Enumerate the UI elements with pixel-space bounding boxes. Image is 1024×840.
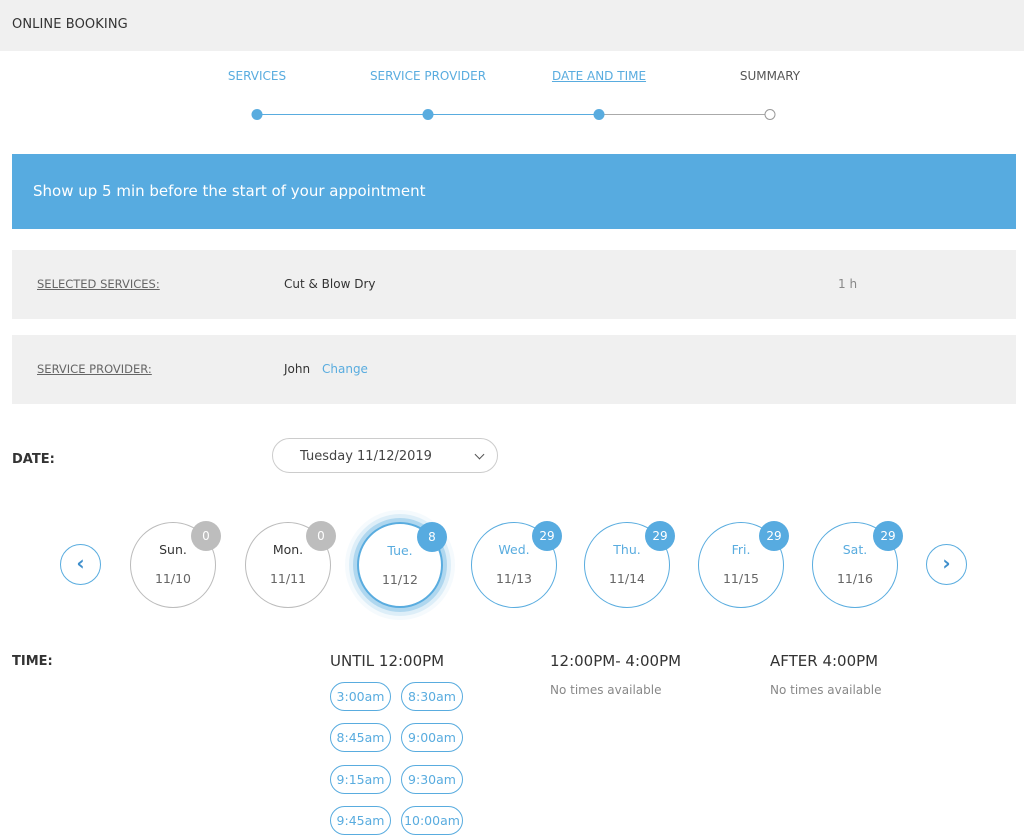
chevron-right-icon: › (942, 551, 951, 575)
chevron-left-icon: ‹ (76, 551, 85, 575)
step-dot-date-and-time (593, 109, 605, 120)
booking-progress-steps: SERVICES SERVICE PROVIDER DATE AND TIME … (0, 51, 1024, 151)
time-slot-button[interactable]: 9:30am (401, 765, 463, 794)
time-slot-button[interactable]: 9:00am (401, 723, 463, 752)
step-dot-service-provider (422, 109, 434, 120)
evening-group-title: AFTER 4:00PM (770, 652, 879, 670)
afternoon-no-times: No times available (550, 683, 662, 697)
day-monday[interactable]: Mon. 11/11 0 (245, 521, 336, 608)
step-summary: SUMMARY (739, 69, 801, 83)
notice-text: Show up 5 min before the start of your a… (33, 182, 426, 200)
selected-services-row: SELECTED SERVICES: Cut & Blow Dry 1 h (12, 250, 1016, 319)
time-slot-button[interactable]: 3:00am (330, 682, 391, 711)
previous-week-button[interactable]: ‹ (60, 544, 101, 585)
day-saturday[interactable]: Sat. 11/16 29 (812, 521, 903, 608)
available-slots-badge: 29 (532, 521, 562, 551)
time-slot-button[interactable]: 9:15am (330, 765, 391, 794)
time-slot-button[interactable]: 10:00am (401, 806, 463, 835)
service-provider-label[interactable]: SERVICE PROVIDER: (37, 362, 152, 376)
day-thursday[interactable]: Thu. 11/14 29 (584, 521, 675, 608)
available-slots-badge: 0 (191, 521, 221, 551)
day-date: 11/12 (381, 572, 419, 587)
next-week-button[interactable]: › (926, 544, 967, 585)
step-dot-summary (764, 109, 776, 120)
page-header: ONLINE BOOKING (0, 0, 1024, 51)
date-select[interactable]: Tuesday 11/12/2019 (272, 438, 498, 473)
available-slots-badge: 29 (873, 521, 903, 551)
day-sunday[interactable]: Sun. 11/10 0 (130, 521, 221, 608)
evening-no-times: No times available (770, 683, 882, 697)
page-title: ONLINE BOOKING (12, 17, 128, 32)
progress-line-remaining (599, 114, 770, 115)
step-service-provider[interactable]: SERVICE PROVIDER (370, 69, 486, 83)
step-dot-services (251, 109, 263, 120)
day-date: 11/15 (722, 571, 760, 586)
morning-group-title: UNTIL 12:00PM (330, 652, 445, 670)
date-label: DATE: (12, 452, 55, 467)
time-label: TIME: (12, 654, 53, 669)
available-slots-badge: 8 (417, 522, 447, 552)
day-wednesday[interactable]: Wed. 11/13 29 (471, 521, 562, 608)
day-tuesday[interactable]: Tue. 11/12 8 (357, 522, 447, 608)
chevron-down-icon (474, 449, 485, 460)
selected-service-name: Cut & Blow Dry (284, 277, 376, 291)
service-provider-row: SERVICE PROVIDER: John Change (12, 335, 1016, 404)
afternoon-group-title: 12:00PM- 4:00PM (550, 652, 682, 670)
day-date: 11/14 (608, 571, 646, 586)
service-duration: 1 h (838, 277, 858, 291)
day-date: 11/11 (269, 571, 307, 586)
available-slots-badge: 0 (306, 521, 336, 551)
available-slots-badge: 29 (759, 521, 789, 551)
step-services[interactable]: SERVICES (228, 69, 286, 83)
day-date: 11/16 (836, 571, 874, 586)
day-date: 11/10 (154, 571, 192, 586)
time-slot-button[interactable]: 8:45am (330, 723, 391, 752)
available-slots-badge: 29 (645, 521, 675, 551)
notice-banner: Show up 5 min before the start of your a… (12, 154, 1016, 229)
time-slot-button[interactable]: 8:30am (401, 682, 463, 711)
date-select-value: Tuesday 11/12/2019 (300, 449, 432, 464)
selected-services-label[interactable]: SELECTED SERVICES: (37, 277, 160, 291)
change-provider-link[interactable]: Change (322, 362, 368, 376)
step-date-and-time[interactable]: DATE AND TIME (552, 69, 646, 83)
time-slot-button[interactable]: 9:45am (330, 806, 391, 835)
service-provider-name: John (284, 362, 311, 376)
day-date: 11/13 (495, 571, 533, 586)
day-friday[interactable]: Fri. 11/15 29 (698, 521, 789, 608)
